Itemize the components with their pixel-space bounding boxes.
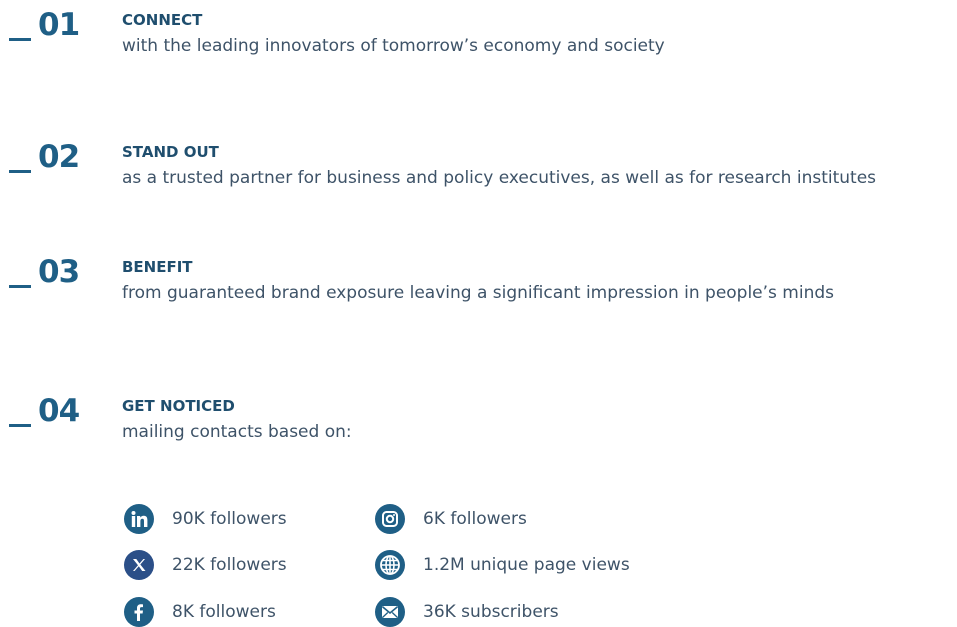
item-heading: BENEFIT (122, 258, 193, 276)
item-description: with the leading innovators of tomorrow’… (122, 36, 665, 56)
number-underline (9, 424, 31, 427)
facebook-followers: 8K followers (172, 602, 276, 622)
globe-icon[interactable] (375, 550, 405, 580)
linkedin-stat: 90K followers (124, 504, 287, 534)
page-views: 1.2M unique page views (423, 555, 630, 575)
item-heading: STAND OUT (122, 143, 219, 161)
item-number: 02 (38, 139, 80, 175)
facebook-stat: 8K followers (124, 597, 276, 627)
instagram-stat: 6K followers (375, 504, 527, 534)
instagram-icon[interactable] (375, 504, 405, 534)
item-number: 04 (38, 393, 80, 429)
item-heading: CONNECT (122, 11, 203, 29)
newsletter-stat: 36K subscribers (375, 597, 559, 627)
item-description: mailing contacts based on: (122, 422, 352, 442)
number-underline (9, 285, 31, 288)
item-description: from guaranteed brand exposure leaving a… (122, 283, 835, 303)
web-stat: 1.2M unique page views (375, 550, 630, 580)
number-underline (9, 38, 31, 41)
item-heading: GET NOTICED (122, 397, 235, 415)
linkedin-icon[interactable] (124, 504, 154, 534)
number-underline (9, 170, 31, 173)
twitter-followers: 22K followers (172, 555, 287, 575)
newsletter-subscribers: 36K subscribers (423, 602, 559, 622)
twitter-stat: 22K followers (124, 550, 287, 580)
mail-icon[interactable] (375, 597, 405, 627)
x-icon[interactable] (124, 550, 154, 580)
item-number: 01 (38, 7, 80, 43)
instagram-followers: 6K followers (423, 509, 527, 529)
item-description: as a trusted partner for business and po… (122, 168, 877, 188)
facebook-icon[interactable] (124, 597, 154, 627)
linkedin-followers: 90K followers (172, 509, 287, 529)
item-number: 03 (38, 254, 80, 290)
